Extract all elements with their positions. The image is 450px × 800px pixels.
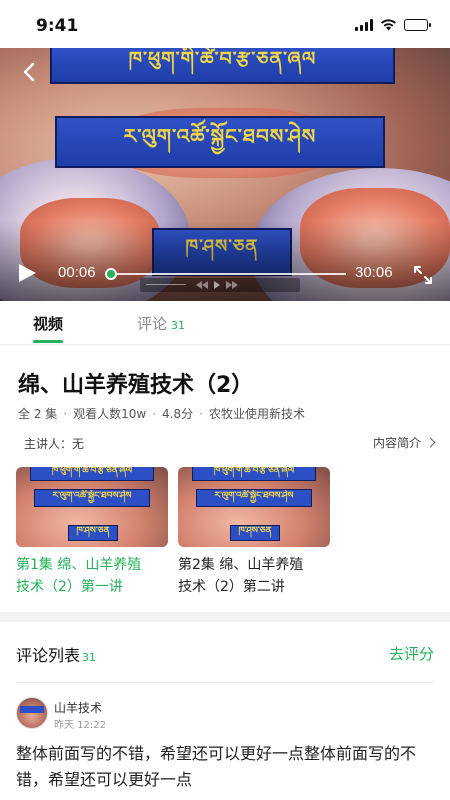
tab-comments[interactable]: 评论 31	[137, 313, 185, 334]
rate-button[interactable]: 去评分	[389, 643, 434, 664]
intro-link[interactable]: 内容简介	[372, 434, 436, 451]
episode-thumbnail: ཁ་ཕུག་གི་ཚེ་བ་རྩ་ཅན་ཞལ ར་ལུག་འཚོ་སྐྱོང་ཐ…	[178, 467, 330, 547]
episode-title-line-1: 第1集 绵、山羊养殖	[16, 557, 142, 573]
comments-divider	[16, 682, 434, 683]
episode-card-1[interactable]: ཁ་ཕུག་གི་ཚེ་བ་རྩ་ཅན་ཞལ ར་ལུག་འཚོ་སྐྱོང་ཐ…	[16, 467, 168, 598]
active-tab-indicator	[33, 340, 63, 343]
status-time: 9:41	[36, 16, 79, 36]
video-caption-line-2: ར་ལུག་འཚོ་སྐྱོང་ཐབས་ཤེས	[55, 116, 385, 168]
fullscreen-icon[interactable]	[412, 264, 434, 286]
course-category: 农牧业使用新技术	[193, 407, 305, 421]
thumbnail-caption: ཁ་ཕུག་གི་ཚེ་བ་རྩ་ཅན་ཞལ	[192, 467, 316, 481]
tab-bar: 视频 评论 31	[0, 301, 450, 345]
episode-title: 第2集 绵、山羊养殖 技术（2）第二讲	[178, 554, 330, 598]
thumbnail-caption: ཁ་ཤས་ཅན	[68, 525, 118, 541]
back-icon[interactable]	[16, 58, 44, 86]
tab-comments-count: 31	[171, 319, 186, 332]
episode-title: 第1集 绵、山羊养殖 技术（2）第一讲	[16, 554, 168, 598]
thumbnail-caption: ཁ་ཤས་ཅན	[230, 525, 280, 541]
tab-comments-label: 评论	[137, 315, 168, 333]
video-caption-line-1: ཁ་ཕུག་གི་ཚེ་བ་རྩ་ཅན་ཞལ	[50, 48, 395, 84]
play-icon[interactable]	[16, 262, 38, 284]
video-player[interactable]: ཁ་ཕུག་གི་ཚེ་བ་རྩ་ཅན་ཞལ ར་ལུག་འཚོ་སྐྱོང་ཐ…	[0, 48, 450, 301]
episode-card-2[interactable]: ཁ་ཕུག་གི་ཚེ་བ་རྩ་ཅན་ཞལ ར་ལུག་འཚོ་སྐྱོང་ཐ…	[178, 467, 330, 598]
episode-title-line-2: 技术（2）第二讲	[178, 579, 285, 595]
course-meta: 全 2 集观看人数10w4.8分农牧业使用新技术	[18, 405, 305, 422]
course-title: 绵、山羊养殖技术（2）	[18, 373, 254, 398]
episode-thumbnail: ཁ་ཕུག་གི་ཚེ་བ་རྩ་ཅན་ཞལ ར་ལུག་འཚོ་སྐྱོང་ཐ…	[16, 467, 168, 547]
video-progress-bar[interactable]	[104, 268, 346, 280]
comment-time: 昨天 12:22	[54, 720, 106, 731]
thumbnail-caption: ར་ལུག་འཚོ་སྐྱོང་ཐབས་ཤེས	[34, 489, 150, 507]
video-inner-controlbar	[140, 274, 300, 296]
signal-icon	[355, 18, 373, 31]
embedded-controls-icon	[140, 278, 300, 292]
rating-score: 4.8分	[146, 407, 193, 421]
lecturer: 主讲人：无	[24, 437, 85, 451]
comments-header: 评论列表 31	[16, 642, 96, 666]
wifi-icon	[381, 19, 396, 31]
progress-knob[interactable]	[104, 268, 117, 280]
view-count: 观看人数10w	[57, 407, 146, 421]
avatar[interactable]	[16, 697, 48, 729]
intro-link-label: 内容简介	[372, 436, 421, 450]
thumbnail-caption: ཁ་ཕུག་གི་ཚེ་བ་རྩ་ཅན་ཞལ	[30, 467, 154, 481]
comment-user[interactable]: 山羊技术	[54, 699, 102, 716]
status-icons	[355, 18, 431, 31]
status-bar: 9:41	[0, 0, 450, 48]
current-time: 00:06	[58, 264, 96, 281]
comments-count: 31	[82, 651, 97, 664]
episode-title-line-2: 技术（2）第一讲	[16, 579, 123, 595]
thumbnail-caption: ར་ལུག་འཚོ་སྐྱོང་ཐབས་ཤེས	[196, 489, 312, 507]
chevron-right-icon	[425, 437, 436, 448]
comment-text: 整体前面写的不错，希望还可以更好一点整体前面写的不错，希望还可以更好一点	[16, 744, 417, 789]
tab-video[interactable]: 视频	[33, 313, 63, 334]
section-divider	[0, 612, 450, 622]
battery-icon	[404, 18, 431, 31]
episode-title-line-1: 第2集 绵、山羊养殖	[178, 557, 304, 573]
total-time: 30:06	[355, 264, 393, 281]
comments-header-label: 评论列表	[16, 646, 81, 665]
episode-total: 全 2 集	[18, 407, 58, 421]
